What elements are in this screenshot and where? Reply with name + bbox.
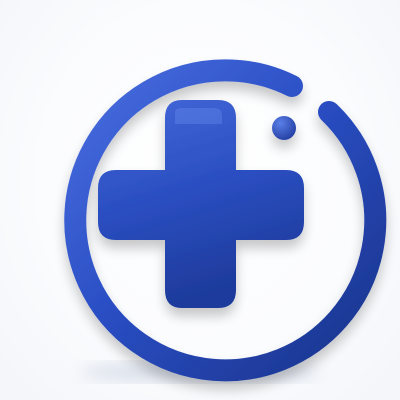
icon-canvas [0, 0, 400, 400]
medical-plus-circle-icon [64, 59, 387, 382]
accent-dot [272, 116, 296, 140]
plus-highlight [175, 108, 222, 124]
